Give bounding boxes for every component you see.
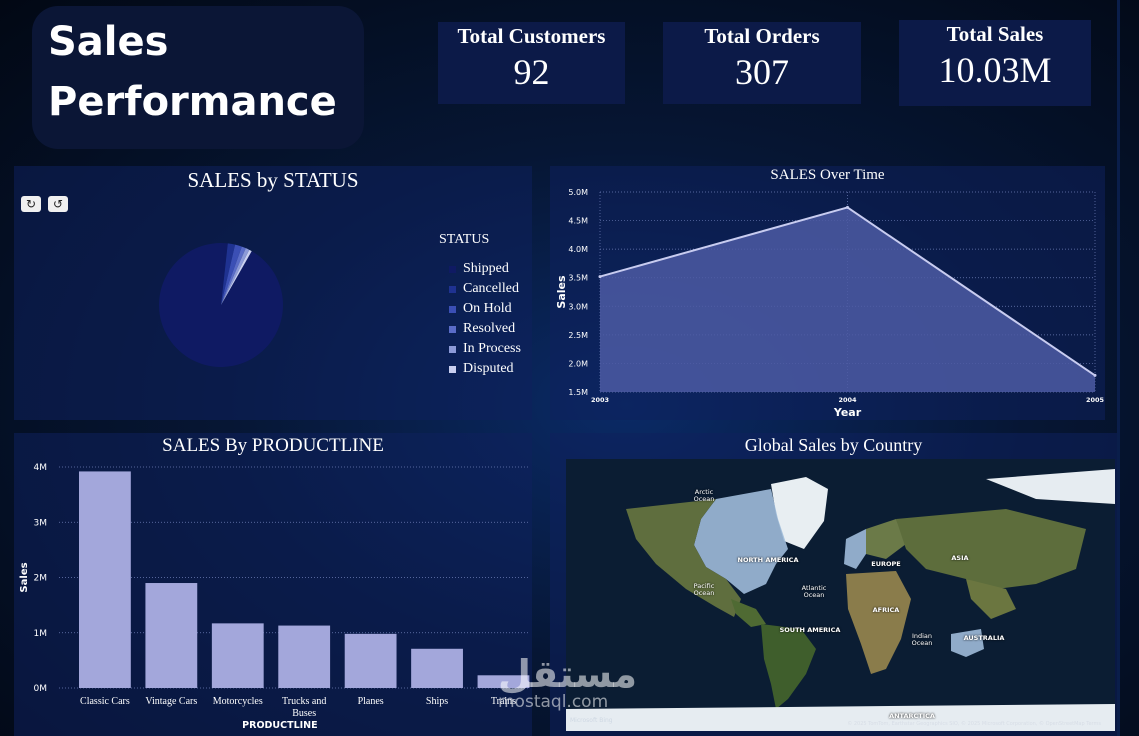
area-point-2005[interactable] [1093, 373, 1097, 377]
map-label-asia: ASIA [951, 554, 969, 562]
kpi-label: Total Customers [457, 24, 606, 48]
y-tick-label: 5.0M [568, 188, 588, 197]
y-tick-label: 3.5M [568, 274, 588, 283]
area-fill [600, 207, 1095, 392]
kpi-total-customers: Total Customers 92 [438, 22, 625, 104]
y-tick-label: 2M [34, 574, 48, 584]
map-label-antarctica: ANTARCTICA [889, 712, 935, 720]
x-axis-title: PRODUCTLINE [242, 720, 317, 731]
map-label-south-america: SOUTH AMERICA [779, 626, 841, 634]
map-panel-title: Global Sales by Country [744, 435, 923, 455]
x-tick-label: Classic Cars [80, 696, 130, 707]
y-tick-label: 3.0M [568, 302, 588, 311]
map-label-indian-ocean: Indian Ocean [911, 632, 933, 648]
y-tick-label: 2.0M [568, 359, 588, 368]
watermark-arabic: مستقل [498, 652, 637, 696]
watermark: مستقل mostaql.com [498, 655, 637, 712]
x-tick-label-line2: Buses [292, 708, 316, 719]
x-tick-label: 2005 [1086, 396, 1105, 404]
pie-slice-shipped[interactable] [159, 243, 283, 367]
page-title-line2: Performance [48, 79, 337, 125]
map-label-pacific-ocean: Pacific Ocean [693, 582, 715, 598]
y-tick-label: 4M [34, 463, 48, 473]
y-tick-label: 4.5M [568, 217, 588, 226]
bar-ships[interactable] [411, 648, 463, 688]
title-card: Sales Performance [32, 6, 364, 149]
bar-vintage-cars[interactable] [145, 583, 198, 688]
x-axis-title: Year [833, 406, 862, 419]
x-tick-label: Trucks and [282, 696, 326, 707]
y-tick-label: 3M [34, 518, 48, 528]
y-tick-label: 4.0M [568, 245, 588, 254]
y-tick-label: 1M [34, 629, 48, 639]
kpi-value: 92 [513, 52, 550, 92]
x-tick-label: 2003 [591, 396, 609, 404]
kpi-value: 10.03M [938, 50, 1052, 90]
x-tick-label: Motorcycles [213, 696, 263, 707]
y-axis-title: Sales [555, 275, 568, 309]
y-tick-label: 1.5M [568, 388, 588, 397]
page-title-line1: Sales [48, 19, 169, 65]
bing-logo: Microsoft Bing [570, 717, 613, 724]
map-attribution[interactable]: © 2025 TomTom, Earthstar Geographics SIO… [847, 721, 1101, 727]
y-tick-label: 2.5M [568, 331, 588, 340]
sales-by-productline-chart: 0M 1M 2M 3M 4M Classic Cars Vintage Cars Motorc… [19, 463, 530, 731]
map-label-europe: EUROPE [871, 560, 901, 568]
map-label-africa: AFRICA [872, 606, 900, 614]
kpi-total-orders: Total Orders 307 [663, 22, 861, 104]
world-map-graphic [566, 459, 1115, 731]
bar-classic-cars[interactable] [79, 471, 131, 688]
window-edge [1117, 0, 1120, 736]
bar-motorcycles[interactable] [211, 623, 264, 688]
sales-over-time-chart: 1.5M 2.0M 2.5M 3.0M 3.5M 4.0M 4.5M 5.0M 2003 2004… [555, 188, 1105, 419]
map-label-north-america: NORTH AMERICA [737, 556, 799, 564]
map-label-atlantic-ocean: Atlantic Ocean [801, 584, 827, 600]
area-point-2003[interactable] [598, 275, 602, 279]
x-tick-label: 2004 [838, 396, 857, 404]
x-tick-label: Ships [426, 696, 448, 707]
area-point-2004[interactable] [846, 205, 849, 209]
y-tick-label: 0M [34, 684, 48, 694]
x-tick-label: Vintage Cars [145, 696, 197, 707]
kpi-label: Total Orders [704, 24, 820, 48]
y-axis-title: Sales [19, 562, 30, 592]
kpi-value: 307 [735, 52, 789, 92]
status-pie-chart [159, 243, 283, 367]
bar-trucks-and-buses[interactable] [278, 625, 331, 688]
world-map[interactable]: Arctic Ocean NORTH AMERICA EUROPE ASIA Pacifi… [566, 459, 1115, 731]
kpi-label: Total Sales [946, 22, 1044, 46]
kpi-total-sales: Total Sales 10.03M [899, 20, 1091, 106]
bar-planes[interactable] [344, 633, 397, 688]
map-label-arctic-ocean: Arctic Ocean [693, 488, 715, 504]
x-tick-label: Planes [358, 696, 384, 707]
map-label-australia: AUSTRALIA [963, 634, 1005, 642]
